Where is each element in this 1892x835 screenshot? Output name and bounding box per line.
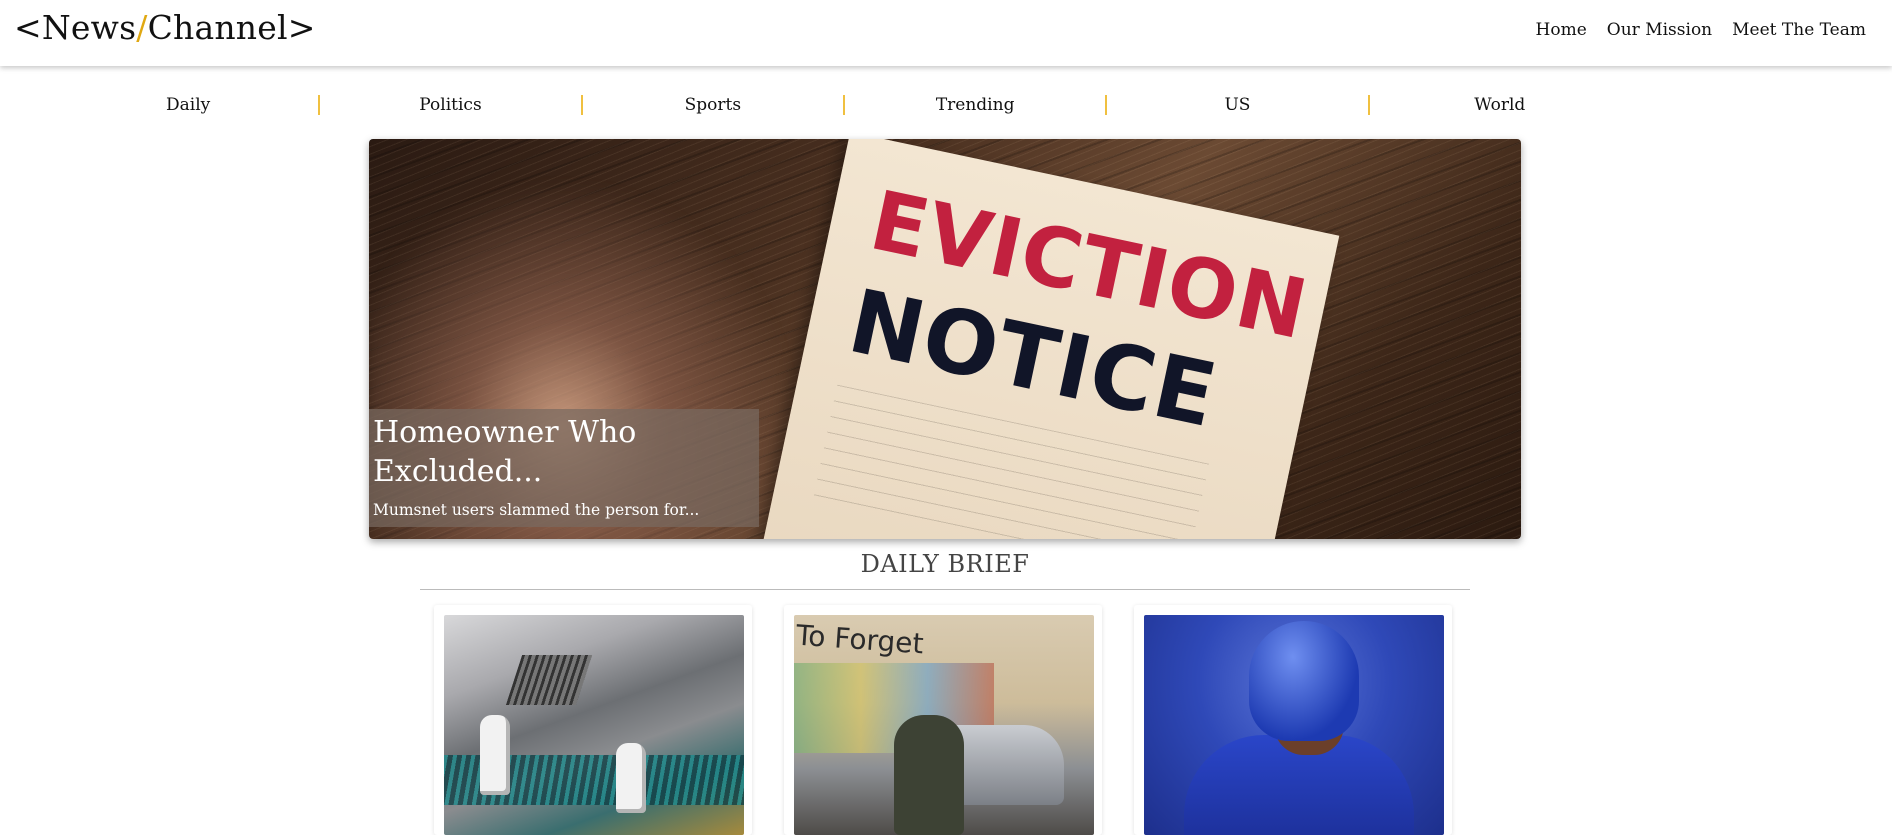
logo-slash: / <box>136 8 148 47</box>
brief-card-2[interactable]: To Forget <box>784 605 1102 835</box>
category-trending[interactable]: Trending <box>845 88 1105 122</box>
hero-headline[interactable]: Homeowner Who Excluded... <box>373 413 753 491</box>
soldier-figure <box>894 715 964 835</box>
logo-right-text: Channel> <box>147 8 316 47</box>
daily-brief-heading: DAILY BRIEF <box>860 550 1030 578</box>
nav-meet-the-team-link[interactable]: Meet The Team <box>1732 20 1866 40</box>
stormtrooper-figure <box>480 715 510 795</box>
brief-card-3-image[interactable] <box>1144 615 1444 835</box>
nav-home-link[interactable]: Home <box>1536 20 1587 40</box>
top-bar: <News/Channel> Home Our Mission Meet The… <box>0 0 1892 66</box>
hero-image-eviction-notice: EVICTION NOTICE <box>758 139 1340 539</box>
logo-left-text: <News <box>14 8 137 47</box>
ceiling-vent <box>505 655 593 705</box>
daily-brief-divider <box>420 589 1470 590</box>
category-daily[interactable]: Daily <box>58 88 318 122</box>
category-navigation: Daily Politics Sports Trending US World <box>58 88 1630 122</box>
brief-card-1-image[interactable] <box>444 615 744 835</box>
brief-card-3[interactable] <box>1134 605 1452 835</box>
hero-article[interactable]: EVICTION NOTICE Homeowner Who Excluded..… <box>369 139 1521 539</box>
top-navigation: Home Our Mission Meet The Team <box>1536 20 1866 40</box>
brief-card-1[interactable] <box>434 605 752 835</box>
hero-summary: Mumsnet users slammed the person for... <box>373 501 700 519</box>
mural-text: To Forget <box>795 618 925 661</box>
category-sports[interactable]: Sports <box>583 88 843 122</box>
site-logo[interactable]: <News/Channel> <box>14 8 316 48</box>
nav-our-mission-link[interactable]: Our Mission <box>1607 20 1712 40</box>
category-us[interactable]: US <box>1107 88 1367 122</box>
brief-card-2-image[interactable]: To Forget <box>794 615 1094 835</box>
stormtrooper-figure <box>616 743 646 813</box>
helmet-shape <box>1249 621 1359 741</box>
category-politics[interactable]: Politics <box>320 88 580 122</box>
hero-caption: Homeowner Who Excluded... Mumsnet users … <box>369 409 759 527</box>
category-world[interactable]: World <box>1370 88 1630 122</box>
